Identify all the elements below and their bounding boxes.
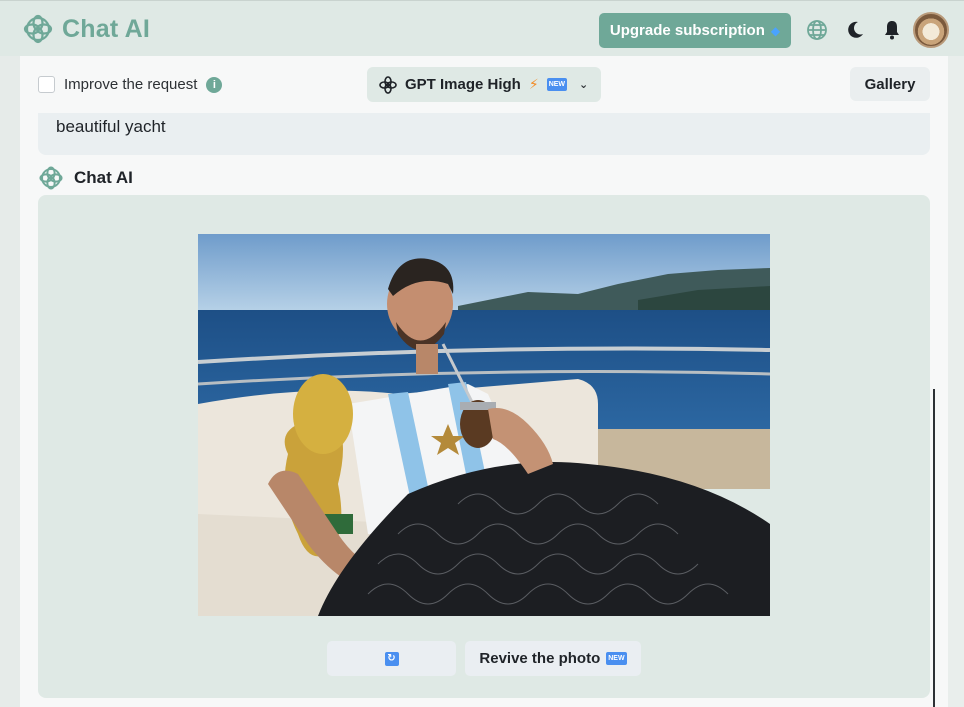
revive-photo-button[interactable]: Revive the photo NEW (465, 641, 641, 676)
chat-panel: Improve the request i GPT Image High ⚡ N… (20, 56, 948, 707)
gallery-button[interactable]: Gallery (850, 67, 930, 101)
avatar[interactable] (913, 12, 949, 48)
refresh-icon: ↻ (384, 651, 399, 666)
lightning-icon: ⚡ (528, 76, 539, 92)
logo-icon (23, 14, 53, 44)
bell-icon[interactable] (880, 18, 904, 42)
chevron-down-icon: ⌄ (579, 79, 589, 91)
improve-label: Improve the request (64, 76, 198, 93)
left-rail (0, 56, 20, 707)
brand[interactable]: Chat AI (22, 13, 150, 45)
revive-label: Revive the photo (479, 650, 601, 667)
prompt-toolbar: Improve the request i GPT Image High ⚡ N… (20, 56, 948, 113)
app-name: Chat AI (62, 14, 150, 43)
globe-icon[interactable] (805, 18, 829, 42)
user-message: beautiful yacht (38, 113, 930, 155)
moon-icon[interactable] (843, 18, 867, 42)
improve-checkbox[interactable] (38, 76, 55, 93)
regenerate-button[interactable]: ↻ (327, 641, 456, 676)
info-icon[interactable]: i (206, 76, 223, 93)
upgrade-label: Upgrade subscription (609, 22, 765, 39)
improve-request-toggle[interactable]: Improve the request i (38, 76, 223, 93)
upgrade-subscription-button[interactable]: Upgrade subscription ◆ (599, 13, 791, 48)
diamond-icon: ◆ (770, 23, 781, 38)
assistant-name: Chat AI (74, 168, 133, 187)
top-bar: Chat AI Upgrade subscription ◆ (0, 0, 964, 56)
image-actions: ↻ Revive the photo NEW (327, 641, 641, 676)
new-badge: NEW (546, 78, 568, 91)
scrollbar[interactable] (933, 389, 935, 707)
user-prompt-text: beautiful yacht (56, 117, 166, 136)
generated-image[interactable] (198, 234, 770, 616)
assistant-header: Chat AI (38, 165, 133, 191)
openai-icon (379, 75, 397, 94)
new-badge: NEW (606, 652, 627, 665)
assistant-response-card: ↻ Revive the photo NEW (38, 195, 930, 698)
model-selector[interactable]: GPT Image High ⚡ NEW ⌄ (367, 67, 601, 102)
assistant-logo-icon (39, 166, 63, 190)
model-label: GPT Image High (405, 76, 521, 93)
